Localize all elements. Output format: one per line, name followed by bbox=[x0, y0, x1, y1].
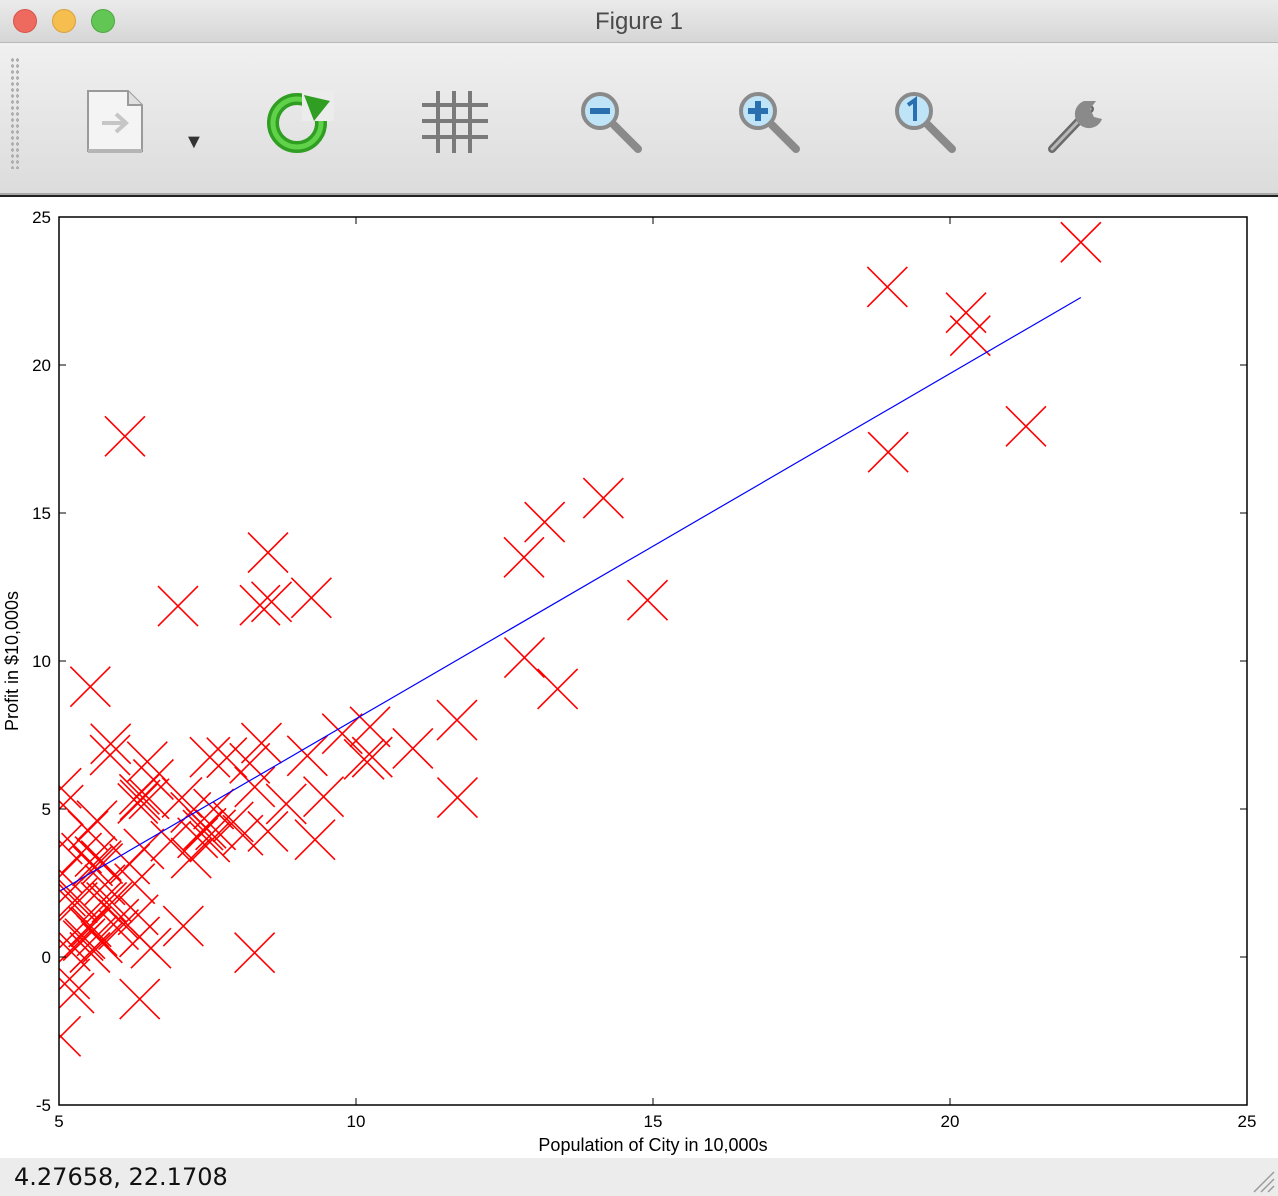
y-tick-label: 20 bbox=[32, 356, 51, 375]
data-point-marker bbox=[247, 810, 289, 853]
data-point-marker bbox=[104, 415, 146, 457]
data-point-marker bbox=[949, 315, 991, 357]
zoom-reset-icon bbox=[895, 92, 956, 153]
data-point-marker bbox=[1060, 221, 1102, 263]
y-tick-label: 25 bbox=[32, 208, 51, 227]
data-point-marker bbox=[503, 536, 545, 578]
x-tick-label: 10 bbox=[347, 1112, 366, 1131]
data-point-marker bbox=[867, 431, 909, 473]
data-point-marker bbox=[626, 579, 669, 621]
status-bar: 4.27658, 22.1708 bbox=[0, 1158, 1278, 1196]
data-point-marker bbox=[119, 779, 161, 821]
window-title: Figure 1 bbox=[594, 8, 684, 35]
x-tick-label: 5 bbox=[54, 1112, 63, 1131]
figure-canvas[interactable]: 5 10 15 20 25 -5 0 5 10 15 20 25 Population of City… bbox=[0, 195, 1278, 1160]
zoom-in-icon bbox=[739, 92, 800, 153]
data-point-marker bbox=[524, 501, 566, 543]
data-point-marker bbox=[290, 577, 332, 619]
data-point-marker bbox=[59, 972, 95, 1014]
plot-frame bbox=[58, 216, 1248, 1106]
data-point-marker bbox=[162, 905, 204, 947]
data-point-marker bbox=[321, 713, 363, 755]
data-point-marker bbox=[247, 532, 289, 574]
data-point-marker bbox=[294, 819, 336, 861]
data-point-marker bbox=[436, 777, 479, 819]
toolbar-grip[interactable] bbox=[10, 57, 20, 169]
refresh-icon bbox=[267, 91, 334, 153]
y-tick-label: -5 bbox=[36, 1096, 51, 1115]
data-point-marker bbox=[302, 776, 345, 818]
data-point-marker bbox=[157, 585, 199, 627]
x-tick-label: 20 bbox=[941, 1112, 960, 1131]
data-point-marker bbox=[69, 666, 111, 708]
y-tick-label: 15 bbox=[32, 504, 51, 523]
x-tick-label: 15 bbox=[644, 1112, 663, 1131]
export-dropdown-arrow[interactable]: ▼ bbox=[184, 131, 204, 154]
data-point-marker bbox=[76, 800, 118, 842]
y-tick-label: 10 bbox=[32, 652, 51, 671]
data-point-marker bbox=[195, 809, 237, 851]
refresh-button[interactable] bbox=[264, 87, 334, 157]
grid-icon bbox=[422, 91, 488, 153]
export-icon bbox=[87, 90, 143, 153]
settings-button[interactable] bbox=[1044, 87, 1114, 157]
data-point-marker bbox=[436, 699, 478, 741]
data-point-marker bbox=[117, 782, 159, 825]
zoom-out-icon bbox=[581, 92, 642, 153]
y-tick-label: 5 bbox=[42, 800, 51, 819]
y-axis-label: Profit in $10,000s bbox=[2, 591, 22, 731]
data-point-marker bbox=[150, 820, 192, 862]
title-bar: Figure 1 bbox=[0, 0, 1278, 43]
data-point-marker bbox=[59, 1015, 82, 1057]
data-point-marker bbox=[126, 741, 168, 783]
zoom-reset-button[interactable] bbox=[890, 87, 960, 157]
toolbar: ▼ bbox=[0, 43, 1278, 195]
data-point-marker bbox=[212, 801, 254, 843]
data-point-marker bbox=[69, 931, 111, 974]
export-button[interactable] bbox=[84, 87, 154, 157]
resize-grip-icon[interactable] bbox=[1246, 1164, 1276, 1194]
zoom-out-button[interactable] bbox=[576, 87, 646, 157]
data-point-marker bbox=[503, 636, 546, 679]
data-point-marker bbox=[170, 791, 212, 833]
data-point-marker bbox=[866, 266, 908, 308]
data-point-marker bbox=[1005, 405, 1047, 447]
x-tick-label: 25 bbox=[1238, 1112, 1257, 1131]
x-axis-label: Population of City in 10,000s bbox=[538, 1135, 767, 1155]
scatter-plot[interactable]: 5 10 15 20 25 -5 0 5 10 15 20 25 Population of City… bbox=[0, 197, 1278, 1159]
data-point-marker bbox=[343, 738, 385, 780]
data-point-marker bbox=[537, 668, 579, 710]
y-tick-label: 0 bbox=[42, 948, 51, 967]
data-point-marker bbox=[206, 737, 248, 779]
data-point-marker bbox=[582, 477, 624, 519]
data-point-marker bbox=[90, 723, 132, 765]
grid-button[interactable] bbox=[420, 87, 490, 157]
data-point-marker bbox=[89, 734, 131, 776]
zoom-in-button[interactable] bbox=[734, 87, 804, 157]
data-point-marker bbox=[189, 821, 231, 863]
data-point-marker bbox=[189, 736, 231, 778]
regression-line bbox=[60, 296, 1082, 892]
data-point-marker bbox=[119, 978, 161, 1020]
wrench-icon bbox=[1048, 101, 1102, 153]
data-point-marker bbox=[234, 932, 276, 974]
data-point-marker bbox=[392, 727, 434, 769]
data-point-marker bbox=[240, 722, 283, 764]
data-point-marker bbox=[351, 736, 393, 778]
cursor-coordinates: 4.27658, 22.1708 bbox=[14, 1163, 228, 1191]
